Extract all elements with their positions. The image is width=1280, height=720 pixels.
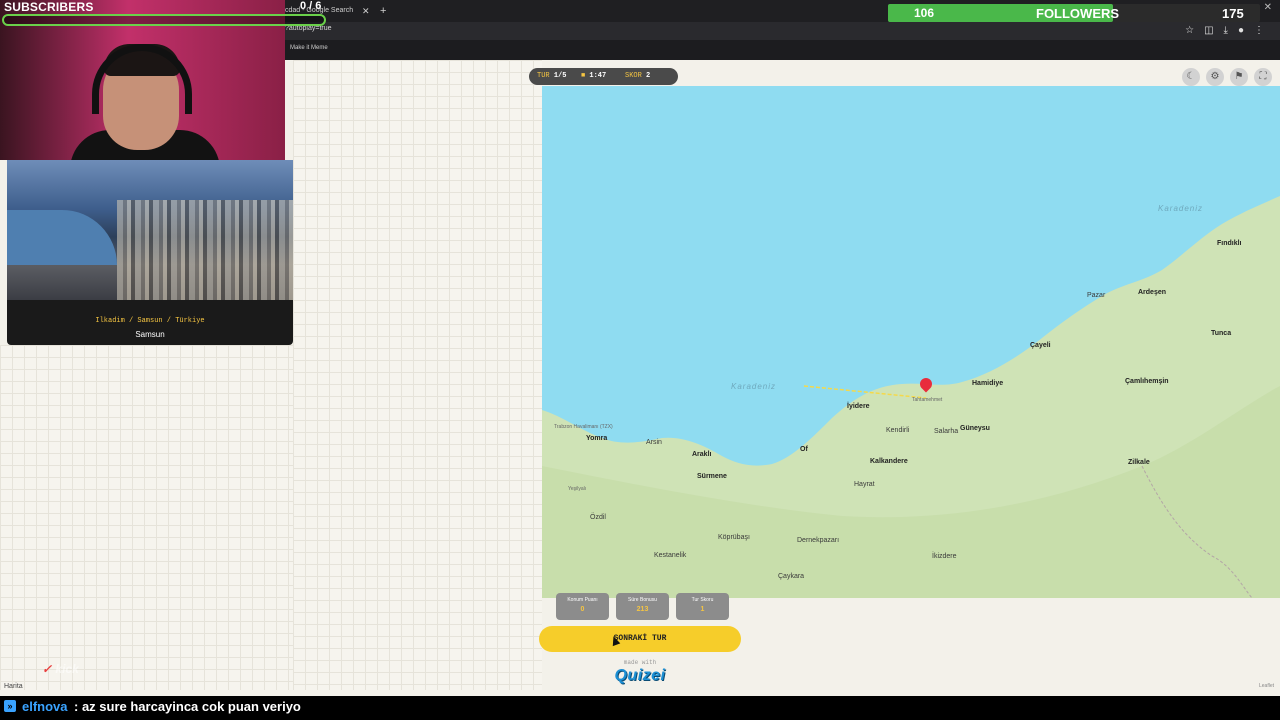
flag-icon[interactable]: ⚑ (1230, 68, 1248, 86)
chat-badge-icon: » (4, 700, 16, 712)
place-label: İkizdere (932, 553, 957, 560)
chip-value: 1 (700, 606, 705, 613)
chip-value: 213 (636, 606, 649, 613)
star-icon[interactable]: ☆ (1185, 25, 1194, 36)
result-map[interactable]: Karadeniz Karadeniz Fındıklı Ardeşen Paz… (542, 86, 1280, 598)
place-label: Salarha (934, 428, 959, 435)
location-city: Samsun (135, 330, 165, 339)
chat-overlay: » elfnova : az sure harcayinca cok puan … (0, 696, 1280, 720)
profile-icon[interactable]: ● (1238, 25, 1244, 36)
download-icon[interactable]: ⤓ (1224, 25, 1228, 36)
round-status-pill: TUR 1/5 ■ 1:47 SKOR 2 (529, 68, 678, 85)
subscribers-goal: SUBSCRIBERS 0 / 6 (0, 0, 330, 30)
score-indicator: SKOR 2 (625, 72, 650, 80)
place-label: Hamidiye (972, 380, 1004, 387)
fullscreen-icon[interactable]: ⛶ (1254, 68, 1272, 86)
photo-buildings (117, 200, 293, 300)
timer-indicator: ■ 1:47 (581, 72, 606, 80)
game-background-left (0, 345, 293, 690)
round-indicator: TUR 1/5 (537, 72, 566, 80)
chat-message: : az sure harcayinca cok puan veriyo (74, 699, 301, 714)
place-label: Hayrat (854, 481, 875, 488)
map-source-label: Harita (4, 683, 23, 690)
location-photo-card: Ilkadim / Samsun / Türkiye Samsun (7, 160, 293, 345)
place-label: Yomra (586, 435, 608, 442)
place-label: Çaykara (778, 573, 805, 580)
place-label: Yeşilyalı (568, 486, 587, 492)
browser-toolbar-icons: ☆ ◫ ⤓ ● ⋮ (1185, 25, 1264, 36)
place-label: Çayeli (1030, 342, 1051, 349)
place-label: Of (800, 446, 808, 453)
new-tab-icon[interactable]: + (380, 3, 386, 19)
place-label: Dernekpazarı (797, 537, 840, 544)
map-credit[interactable]: Leaflet (1259, 683, 1274, 689)
location-score-chip: Konum Puanı 0 (556, 593, 609, 620)
headset-icon (92, 44, 192, 114)
timer-value: 1:47 (589, 72, 607, 80)
map-toolbar: ☾ ⚙ ⚑ ⛶ (1182, 68, 1272, 86)
followers-goal-value: 175 (1222, 6, 1244, 21)
place-label: Araklı (692, 451, 712, 458)
place-label: İyidere (847, 403, 870, 410)
chat-username: elfnova (22, 699, 68, 714)
next-round-button[interactable]: SONRAKİ TUR (539, 626, 741, 652)
location-path: Ilkadim / Samsun / Türkiye (95, 317, 205, 325)
made-with-label: made with (623, 659, 657, 666)
chip-label: Tur Skoru (691, 597, 714, 603)
subscribers-label: SUBSCRIBERS (4, 0, 94, 14)
close-window-icon[interactable]: ✕ (1264, 2, 1272, 13)
place-label: Tahtamehmet (912, 397, 943, 403)
sea-label: Karadeniz (731, 382, 777, 391)
place-label: Sürmene (697, 473, 727, 480)
close-tab-icon[interactable]: ✕ (362, 3, 370, 19)
chip-label: Süre Bonusu (628, 597, 657, 603)
photo-sea (7, 210, 117, 265)
city-photo (7, 160, 293, 300)
place-label: Kestanelik (654, 552, 687, 559)
chip-value: 0 (580, 606, 585, 613)
place-label: Özdil (590, 514, 606, 521)
followers-label: FOLLOWERS (1036, 6, 1120, 21)
score-key: SKOR (625, 72, 642, 80)
place-label: Trabzon Havalimanı (TZX) (554, 424, 613, 430)
place-label: Çamlıhemşin (1125, 378, 1169, 385)
round-score-chip: Tur Skoru 1 (676, 593, 729, 620)
followers-value: 106 (914, 6, 935, 20)
watermark-text: kick (55, 662, 79, 676)
round-value: 1/5 (553, 72, 567, 80)
place-label: Pazar (1087, 292, 1106, 299)
map-terrain (542, 196, 1280, 598)
place-label: Zilkale (1128, 459, 1150, 466)
moon-icon[interactable]: ☾ (1182, 68, 1200, 86)
place-label: Kendirli (886, 427, 910, 434)
followers-goal: 106 FOLLOWERS 175 (888, 4, 1260, 22)
place-label: Köprübaşı (718, 534, 750, 541)
chip-label: Konum Puanı (567, 597, 598, 603)
menu-icon[interactable]: ⋮ (1254, 25, 1264, 36)
subscribers-count: 0 / 6 (300, 0, 322, 12)
gear-icon[interactable]: ⚙ (1206, 68, 1224, 86)
place-label: Güneysu (960, 425, 990, 432)
extensions-icon[interactable]: ◫ (1204, 25, 1213, 36)
brand-logo[interactable]: Quizei (608, 667, 672, 689)
place-label: Tunca (1211, 330, 1232, 337)
kick-logo-icon: ✓ (42, 662, 53, 676)
sea-label: Karadeniz (1158, 204, 1204, 213)
place-label: Fındıklı (1217, 240, 1242, 247)
kick-watermark: ✓ kick (42, 662, 79, 676)
place-label: Kalkandere (870, 458, 908, 465)
game-background (293, 60, 542, 690)
place-label: Ardeşen (1138, 289, 1167, 296)
round-key: TUR (537, 72, 550, 80)
bookmark-item[interactable]: Make it Meme (290, 45, 328, 51)
timer-icon: ■ (581, 72, 586, 80)
subscribers-progress-bar (2, 14, 326, 26)
time-bonus-chip: Süre Bonusu 213 (616, 593, 669, 620)
place-label: Arsin (646, 439, 662, 446)
score-value: 2 (646, 72, 651, 80)
